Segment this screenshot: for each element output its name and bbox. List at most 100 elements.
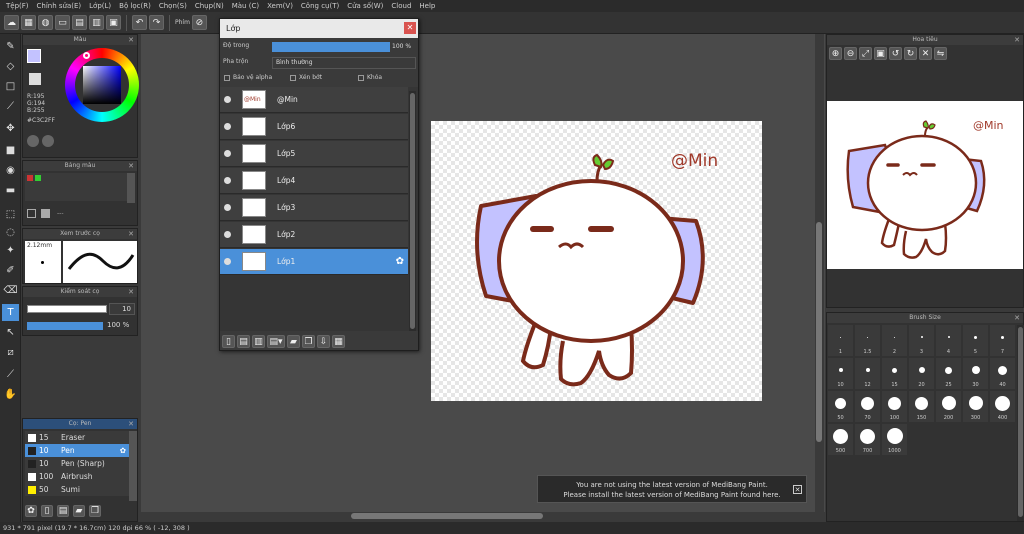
brush-size-scrollbar[interactable] — [1017, 325, 1024, 521]
brush-size-option[interactable]: 500 — [828, 424, 853, 455]
line-icon[interactable]: ⟋ — [2, 98, 19, 115]
brush-size-option[interactable]: 400 — [990, 391, 1015, 422]
brush-size-option[interactable]: 12 — [855, 358, 880, 389]
horizontal-scrollbar[interactable] — [141, 512, 825, 520]
layer-row[interactable]: Lớp1 ✿ — [220, 249, 408, 275]
brush-size-option[interactable]: 5 — [963, 325, 988, 356]
close-icon[interactable]: ✕ — [128, 229, 134, 239]
brush-size-option[interactable]: 1 — [828, 325, 853, 356]
new-layer-8bit-icon[interactable]: ▤ — [237, 335, 250, 348]
eraser-icon[interactable]: ◇ — [2, 58, 19, 75]
layer-row[interactable]: Lớp3 — [220, 195, 408, 221]
brush-settings-icon[interactable]: ✿ — [25, 505, 37, 517]
menu-item[interactable]: Bộ lọc(R) — [116, 2, 156, 10]
palette-scrollbar[interactable] — [127, 173, 135, 203]
brush-size-option[interactable]: 1.5 — [855, 325, 880, 356]
color-picker-icon[interactable] — [42, 135, 54, 147]
brush-opacity-slider[interactable] — [27, 322, 103, 330]
film-icon[interactable]: ▣ — [106, 15, 121, 30]
flip-icon[interactable]: ⇋ — [934, 47, 947, 60]
gear-icon[interactable]: ✿ — [120, 444, 126, 457]
brush-size-option[interactable]: 150 — [909, 391, 934, 422]
blend-select[interactable]: Bình thường — [272, 57, 416, 69]
table-icon[interactable]: ▥ — [89, 15, 104, 30]
visibility-icon[interactable] — [224, 123, 231, 130]
brush-list-item[interactable]: 100 Airbrush — [25, 470, 129, 483]
brush-list-item[interactable]: 15 Eraser — [25, 431, 129, 444]
canvas-document[interactable]: @Min — [431, 121, 762, 401]
brush-list-item[interactable]: 10 Pen ✿ — [25, 444, 129, 457]
fill-rect-icon[interactable]: ■ — [2, 142, 19, 159]
transparent-swatch[interactable] — [29, 73, 41, 85]
layer-row[interactable]: Lớp6 — [220, 114, 408, 140]
color-wheel[interactable] — [65, 48, 139, 122]
layer-row[interactable]: Lớp4 — [220, 168, 408, 194]
close-icon[interactable]: ✕ — [128, 419, 134, 429]
rectangle-icon[interactable]: □ — [2, 78, 19, 95]
select-pen-icon[interactable]: ✐ — [2, 262, 19, 279]
menu-item[interactable]: Cloud — [388, 2, 416, 10]
new-layer-icon[interactable]: ▯ — [222, 335, 235, 348]
update-notice[interactable]: You are not using the latest version of … — [537, 475, 807, 503]
visibility-icon[interactable] — [224, 150, 231, 157]
reset-rotation-icon[interactable]: ✕ — [919, 47, 932, 60]
close-icon[interactable]: ✕ — [128, 35, 134, 45]
text-icon[interactable]: T — [2, 304, 19, 321]
brush-size-option[interactable]: 30 — [963, 358, 988, 389]
comment-icon[interactable]: ▭ — [55, 15, 70, 30]
rotate-left-icon[interactable]: ↺ — [889, 47, 902, 60]
new-palette-icon[interactable] — [27, 209, 36, 218]
hue-handle[interactable] — [83, 52, 90, 59]
brush-size-option[interactable]: 25 — [936, 358, 961, 389]
brush-size-option[interactable]: 4 — [936, 325, 961, 356]
magic-wand-icon[interactable]: ✦ — [2, 242, 19, 259]
protect-alpha-checkbox[interactable] — [224, 75, 230, 81]
foreground-color-swatch[interactable] — [27, 49, 41, 63]
duplicate-brush-icon[interactable]: ❐ — [89, 505, 101, 517]
new-brush-icon[interactable]: ▯ — [41, 505, 53, 517]
visibility-icon[interactable] — [224, 231, 231, 238]
brush-icon[interactable]: ✎ — [2, 38, 19, 55]
palette-swatch[interactable] — [35, 175, 41, 181]
brush-list-item[interactable]: 10 Pen (Sharp) — [25, 457, 129, 470]
merge-layer-icon[interactable]: ⇩ — [317, 335, 330, 348]
menu-item[interactable]: Chọn(S) — [156, 2, 192, 10]
document-icon[interactable]: ▤ — [72, 15, 87, 30]
move-icon[interactable]: ✥ — [2, 120, 19, 137]
menu-item[interactable]: Cửa số(W) — [344, 2, 388, 10]
brush-size-input[interactable]: 10 — [109, 303, 135, 315]
clipping-checkbox[interactable] — [290, 75, 296, 81]
palette-icon[interactable] — [27, 135, 39, 147]
layer-row[interactable]: Lớp5 — [220, 141, 408, 167]
undo-icon[interactable]: ↶ — [132, 15, 147, 30]
brush-size-option[interactable]: 7 — [990, 325, 1015, 356]
select-eraser-icon[interactable]: ⌫ — [2, 282, 19, 299]
layer-scrollbar[interactable] — [409, 91, 416, 331]
menu-item[interactable]: Chụp(N) — [192, 2, 229, 10]
add-layer-menu-icon[interactable]: ▤▾ — [267, 335, 285, 348]
brush-size-slider[interactable] — [27, 305, 107, 313]
visibility-icon[interactable] — [224, 96, 231, 103]
brush-size-option[interactable]: 10 — [828, 358, 853, 389]
close-icon[interactable]: ✕ — [128, 161, 134, 171]
cloud-icon[interactable]: ☁ — [4, 15, 19, 30]
menu-item[interactable]: Màu (C) — [229, 2, 264, 10]
visibility-icon[interactable] — [224, 258, 231, 265]
gear-icon[interactable]: ✿ — [396, 256, 404, 267]
layer-row[interactable]: Lớp2 — [220, 222, 408, 248]
visibility-icon[interactable] — [224, 204, 231, 211]
delete-layer-icon[interactable]: ▦ — [332, 335, 345, 348]
zoom-in-icon[interactable]: ⊕ — [829, 47, 842, 60]
chat-icon[interactable]: ◍ — [38, 15, 53, 30]
layer-row[interactable]: @Min @Min — [220, 87, 408, 113]
brush-list-scrollbar[interactable] — [129, 431, 137, 501]
rotate-right-icon[interactable]: ↻ — [904, 47, 917, 60]
brush-size-option[interactable]: 20 — [909, 358, 934, 389]
zoom-out-icon[interactable]: ⊖ — [844, 47, 857, 60]
eyedropper-icon[interactable]: ⟋ — [2, 366, 19, 383]
brush-size-option[interactable]: 100 — [882, 391, 907, 422]
brush-size-option[interactable]: 70 — [855, 391, 880, 422]
actual-size-icon[interactable]: ▣ — [874, 47, 887, 60]
delete-palette-icon[interactable] — [41, 209, 50, 218]
brush-size-option[interactable]: 15 — [882, 358, 907, 389]
